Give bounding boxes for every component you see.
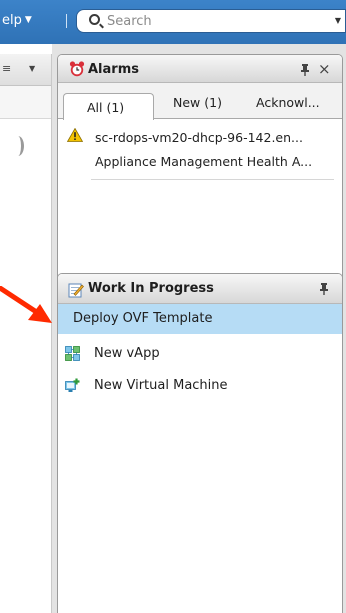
help-chevron-down-icon: ▼ [24,15,32,25]
help-menu[interactable]: elp ▼ [2,13,32,28]
search-dropdown-icon[interactable]: ▼ [335,16,341,25]
divider [91,179,334,180]
pin-icon[interactable] [319,283,329,295]
warning-icon [67,128,83,142]
search-box[interactable]: ▼ [76,9,346,33]
alarms-portlet: Alarms × All (1) New (1) Acknowl... sc-r… [57,54,343,306]
vapp-icon [65,346,80,361]
virtual-machine-icon [65,378,80,392]
alarm-description[interactable]: Appliance Management Health A... [95,154,312,169]
list-item[interactable]: New vApp [58,339,342,369]
work-in-progress-icon [68,283,84,298]
wip-item-label: Deploy OVF Template [73,311,213,326]
search-input[interactable] [107,12,307,30]
tab-all[interactable]: All (1) [63,93,154,120]
alarm-tab-bar: All (1) New (1) Acknowl... [58,83,342,120]
list-item[interactable]: Deploy OVF Template [58,304,342,334]
refresh-icon[interactable] [12,136,24,156]
panel-menu-icon[interactable]: ≡ [2,62,11,75]
panel-menu-chevron-down-icon[interactable]: ▼ [29,64,35,73]
work-in-progress-portlet: Work In Progress Deploy OVF Template New… [57,273,343,613]
tab-acknowledged[interactable]: Acknowl... [256,95,320,110]
wip-item-label: New vApp [94,346,160,361]
alarms-title: Alarms [88,62,139,77]
list-item[interactable]: New Virtual Machine [58,371,342,401]
search-icon [89,14,100,25]
wip-item-label: New Virtual Machine [94,378,228,393]
alarms-header: Alarms × [58,55,342,83]
work-in-progress-title: Work In Progress [88,281,214,296]
top-toolbar: elp▼ ▼ [0,0,346,44]
toolbar-separator [66,14,67,28]
help-menu-label: elp [2,13,22,28]
pin-icon[interactable] [300,64,310,76]
tab-new[interactable]: New (1) [173,95,222,110]
alarm-list: sc-rdops-vm20-dhcp-96-142.en... Applianc… [58,120,342,190]
work-in-progress-header: Work In Progress [58,274,342,304]
close-icon[interactable]: × [318,60,331,78]
navigator-subbar [0,86,51,119]
annotation-arrow-icon [0,286,52,323]
navigator-panel-header: ≡ ▼ [0,54,51,86]
right-sidebar: Alarms × All (1) New (1) Acknowl... sc-r… [52,44,346,613]
tab-all-label: All (1) [87,100,125,115]
alarm-source[interactable]: sc-rdops-vm20-dhcp-96-142.en... [95,130,303,145]
alarm-clock-icon [69,61,85,77]
